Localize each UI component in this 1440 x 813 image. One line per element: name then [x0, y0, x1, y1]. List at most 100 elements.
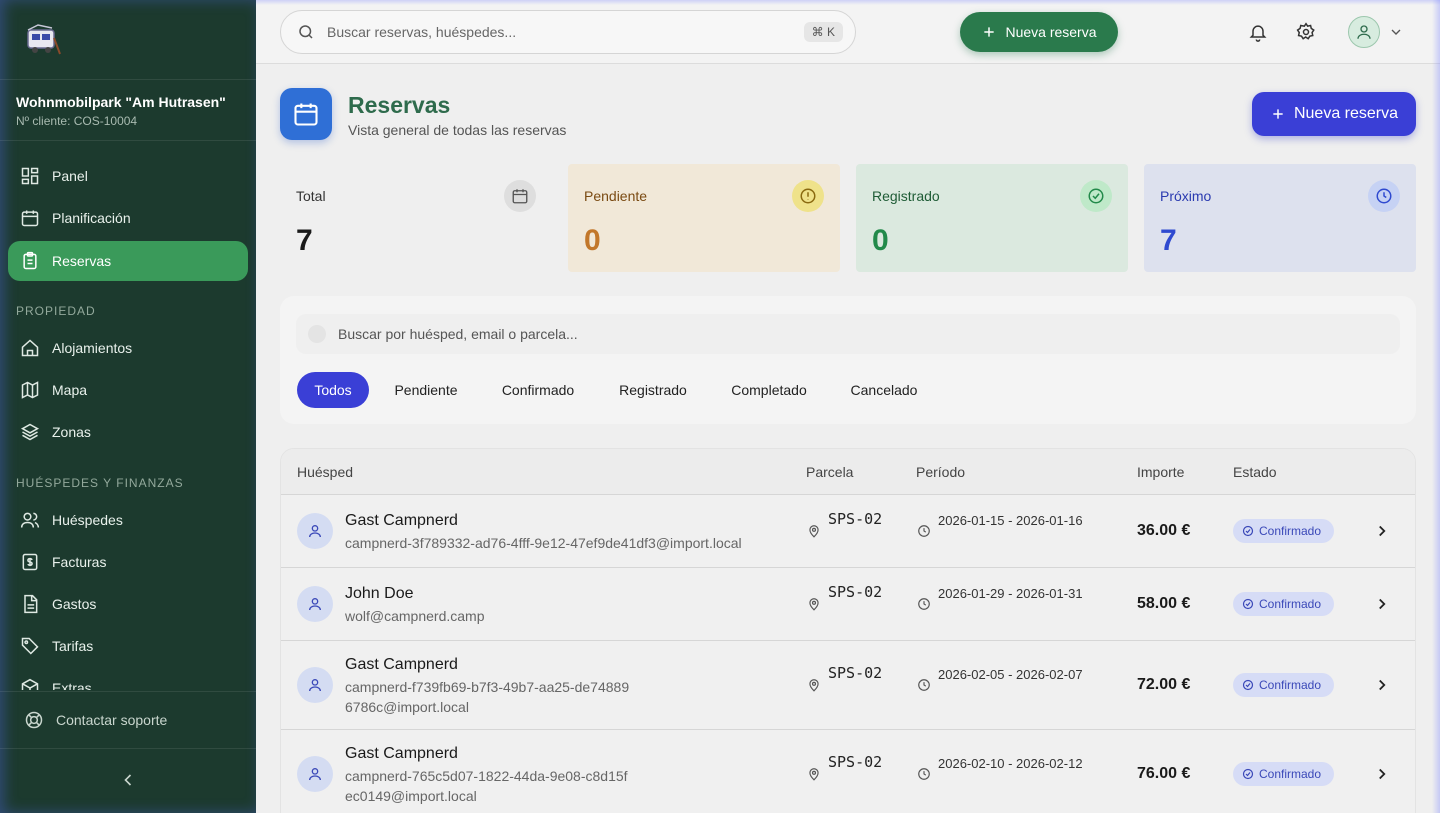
bookings-table: Huésped Parcela Período Importe Estado G… — [280, 448, 1416, 813]
check-circle-icon — [1242, 768, 1254, 780]
table-row[interactable]: Gast Campnerd campnerd-f739fb69-b7f3-49b… — [281, 640, 1415, 729]
filter-chip-registrado[interactable]: Registrado — [601, 372, 705, 408]
sidebar-item-planificacion[interactable]: Planificación — [8, 198, 248, 238]
filter-chip-cancelado[interactable]: Cancelado — [833, 372, 935, 408]
sidebar-item-label: Planificación — [52, 210, 131, 226]
sidebar-item-label: Huéspedes — [52, 512, 123, 528]
sidebar-item-zonas[interactable]: Zonas — [8, 412, 248, 452]
status-label: Confirmado — [1259, 678, 1322, 692]
status-label: Confirmado — [1259, 524, 1322, 538]
chevron-right-icon[interactable] — [1373, 595, 1391, 613]
user-avatar[interactable] — [1348, 16, 1380, 48]
sidebar-item-label: Gastos — [52, 596, 97, 612]
guest-name: Gast Campnerd — [345, 745, 458, 762]
sidebar-item-mapa[interactable]: Mapa — [8, 370, 248, 410]
stat-card-checked-in: Registrado 0 — [856, 164, 1128, 272]
map-pin-icon — [809, 768, 819, 781]
column-header-plot[interactable]: Parcela — [806, 464, 853, 480]
column-header-amount[interactable]: Importe — [1137, 464, 1184, 480]
plot-code: SPS-02 — [828, 583, 883, 601]
booking-amount: 76.00 € — [1137, 765, 1191, 782]
booking-period: 2026-01-15 - 2026-01-16 — [938, 513, 1083, 528]
sidebar-item-extras[interactable]: Extras — [8, 668, 248, 690]
stat-label: Próximo — [1160, 188, 1212, 204]
booking-period: 2026-02-10 - 2026-02-12 — [938, 756, 1083, 771]
map-pin-icon — [809, 679, 819, 692]
status-badge: Confirmado — [1233, 519, 1334, 543]
bell-icon[interactable] — [1248, 22, 1268, 42]
user-icon — [1357, 25, 1371, 39]
dashboard-icon — [21, 167, 39, 185]
gear-icon[interactable] — [1296, 22, 1316, 42]
check-circle-icon — [1242, 525, 1254, 537]
stat-label: Pendiente — [584, 188, 648, 204]
table-row[interactable]: John Doe wolf@campnerd.camp SPS-02 2026-… — [281, 567, 1415, 640]
booking-search[interactable] — [296, 314, 1400, 354]
guest-email: campnerd-f739fb69-b7f3-49b7-aa25-de74889… — [345, 679, 630, 715]
filter-chip-confirmado[interactable]: Confirmado — [483, 372, 593, 408]
stat-value: 7 — [296, 224, 313, 257]
guest-email: wolf@campnerd.camp — [345, 608, 485, 624]
chevron-right-icon[interactable] — [1373, 522, 1391, 540]
status-badge: Confirmado — [1233, 592, 1334, 616]
filter-chip-pendiente[interactable]: Pendiente — [377, 372, 475, 408]
plot-code: SPS-02 — [828, 664, 883, 682]
chevron-down-icon[interactable] — [1388, 24, 1404, 40]
check-circle-icon — [1242, 598, 1254, 610]
chevron-right-icon[interactable] — [1373, 765, 1391, 783]
user-icon — [309, 598, 321, 611]
stat-icon-wrap — [792, 180, 824, 212]
column-header-guest[interactable]: Huésped — [297, 464, 353, 480]
sidebar-item-huespedes[interactable]: Huéspedes — [8, 500, 248, 540]
receipt-icon — [24, 594, 38, 614]
park-name: Wohnmobilpark "Am Hutrasen" — [16, 94, 226, 110]
stat-icon-wrap — [1368, 180, 1400, 212]
sidebar-item-gastos[interactable]: Gastos — [8, 584, 248, 624]
sidebar-item-label: Zonas — [52, 424, 91, 440]
collapse-sidebar-icon[interactable] — [118, 770, 138, 790]
support-label: Contactar soporte — [56, 712, 168, 728]
guest-name: Gast Campnerd — [345, 656, 458, 673]
booking-search-input[interactable] — [338, 326, 1238, 342]
sidebar-item-reservas[interactable]: Reservas — [8, 241, 248, 281]
new-booking-button[interactable]: Nueva reserva — [1252, 92, 1416, 136]
filter-chip-todos[interactable]: Todos — [297, 372, 369, 408]
sidebar-item-label: Extras — [52, 680, 92, 690]
map-pin-icon — [809, 525, 819, 538]
sidebar-item-label: Alojamientos — [52, 340, 133, 356]
tag-icon — [21, 637, 39, 655]
user-icon — [309, 768, 321, 781]
plot-code: SPS-02 — [828, 510, 883, 528]
global-search[interactable]: ⌘ K — [280, 10, 856, 54]
lifebuoy-icon — [25, 711, 43, 729]
home-icon — [21, 339, 39, 357]
sidebar-item-facturas[interactable]: Facturas — [8, 542, 248, 582]
filter-chip-completado[interactable]: Completado — [713, 372, 825, 408]
stat-value: 7 — [1160, 224, 1177, 257]
park-logo[interactable] — [24, 24, 62, 58]
sidebar-item-alojamientos[interactable]: Alojamientos — [8, 328, 248, 368]
sidebar-item-label: Facturas — [52, 554, 107, 570]
topbar-new-booking-button[interactable]: Nueva reserva — [960, 12, 1118, 52]
table-row[interactable]: Gast Campnerd campnerd-3f789332-ad76-4ff… — [281, 494, 1415, 567]
column-header-period[interactable]: Período — [916, 464, 965, 480]
clock-icon — [918, 768, 930, 780]
contact-support-button[interactable]: Contactar soporte — [0, 691, 256, 749]
sidebar-item-panel[interactable]: Panel — [8, 156, 248, 196]
filter-panel: Todos Pendiente Confirmado Registrado Co… — [280, 296, 1416, 424]
section-property: PROPIEDAD — [16, 304, 96, 318]
chevron-right-icon[interactable] — [1373, 676, 1391, 694]
guest-name: John Doe — [345, 585, 414, 602]
sidebar-item-label: Panel — [52, 168, 88, 184]
booking-amount: 72.00 € — [1137, 676, 1191, 693]
edge-glow — [1432, 0, 1440, 813]
global-search-input[interactable] — [327, 24, 787, 40]
invoice-icon — [22, 553, 38, 571]
stat-value: 0 — [872, 224, 889, 257]
clock-icon — [918, 679, 930, 691]
column-header-status[interactable]: Estado — [1233, 464, 1277, 480]
status-label: Confirmado — [1259, 597, 1322, 611]
table-row[interactable]: Gast Campnerd campnerd-765c5d07-1822-44d… — [281, 729, 1415, 813]
search-icon — [299, 25, 313, 39]
sidebar-item-tarifas[interactable]: Tarifas — [8, 626, 248, 666]
